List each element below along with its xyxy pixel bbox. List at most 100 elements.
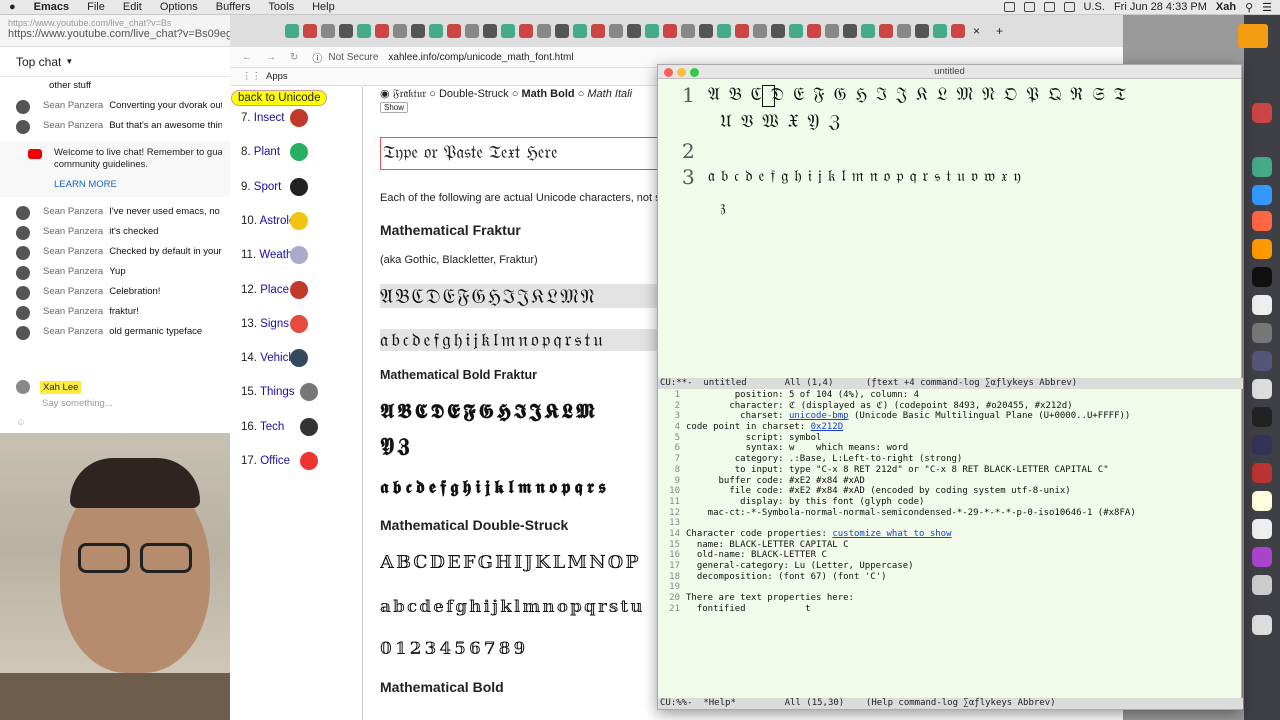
chrome-icon[interactable] bbox=[1252, 157, 1272, 177]
help-link[interactable]: customize what to show bbox=[832, 529, 951, 539]
sidebar-item[interactable]: 14. Vehicle bbox=[241, 352, 297, 364]
browser-tab[interactable] bbox=[663, 24, 677, 38]
sidebar-item[interactable]: 15. Things bbox=[241, 386, 295, 398]
info-icon[interactable]: ⓘ bbox=[312, 50, 322, 65]
app-icon[interactable] bbox=[1252, 463, 1272, 483]
sidebar-item-link[interactable]: Office bbox=[260, 455, 290, 467]
app-icon[interactable] bbox=[1252, 575, 1272, 595]
menu-file[interactable]: File bbox=[78, 1, 114, 13]
browser-tab[interactable] bbox=[879, 24, 893, 38]
apps-bookmark[interactable]: Apps bbox=[266, 71, 288, 82]
zoom-icon[interactable] bbox=[690, 68, 699, 77]
menu-help[interactable]: Help bbox=[303, 1, 344, 13]
browser-tab[interactable] bbox=[681, 24, 695, 38]
top-chat-dropdown[interactable]: Top chat ▼ bbox=[0, 47, 230, 77]
browser-tab[interactable] bbox=[933, 24, 947, 38]
clock[interactable]: Fri Jun 28 4:33 PM bbox=[1114, 1, 1207, 13]
menu-tools[interactable]: Tools bbox=[259, 1, 303, 13]
sidebar-item-link[interactable]: Signs bbox=[260, 318, 289, 330]
browser-tab[interactable] bbox=[483, 24, 497, 38]
browser-tab[interactable] bbox=[771, 24, 785, 38]
chat-input-area[interactable]: Xah Lee Say something... ☺ bbox=[16, 380, 113, 428]
sidebar-item[interactable]: 16. Tech bbox=[241, 421, 284, 433]
input-locale[interactable]: U.S. bbox=[1084, 1, 1105, 13]
browser-tab[interactable] bbox=[501, 24, 515, 38]
browser-tab[interactable] bbox=[591, 24, 605, 38]
status-icon[interactable] bbox=[1003, 2, 1015, 12]
mode-line-untitled[interactable]: CU:**- untitled All (1,4) (ƒtext +4 comm… bbox=[658, 378, 1243, 389]
safari-icon[interactable] bbox=[1252, 185, 1272, 205]
browser-tab[interactable] bbox=[609, 24, 623, 38]
app-icon[interactable] bbox=[1252, 379, 1272, 399]
browser-tab[interactable] bbox=[555, 24, 569, 38]
reload-icon[interactable]: ↻ bbox=[290, 52, 298, 63]
sidebar-item[interactable]: 17. Office bbox=[241, 455, 290, 467]
browser-tab[interactable] bbox=[789, 24, 803, 38]
browser-tab[interactable] bbox=[753, 24, 767, 38]
browser-tab[interactable] bbox=[645, 24, 659, 38]
radio-double-struck[interactable]: ○ Double-Struck bbox=[429, 88, 508, 100]
browser-tab[interactable] bbox=[285, 24, 299, 38]
help-link[interactable]: unicode-bmp bbox=[789, 411, 849, 421]
radio-math-italic[interactable]: ○ Math Itali bbox=[578, 88, 632, 100]
browser-tab[interactable] bbox=[861, 24, 875, 38]
back-to-unicode-button[interactable]: back to Unicode bbox=[231, 90, 328, 106]
menu-list-icon[interactable]: ☰ bbox=[1262, 1, 1272, 14]
browser-tab[interactable] bbox=[807, 24, 821, 38]
notes-icon[interactable] bbox=[1252, 491, 1272, 511]
settings-icon[interactable] bbox=[1252, 323, 1272, 343]
browser-tab[interactable] bbox=[447, 24, 461, 38]
browser-tab[interactable] bbox=[897, 24, 911, 38]
sidebar-item[interactable]: 9. Sport bbox=[241, 181, 281, 193]
sidebar-item[interactable]: 7. Insect bbox=[241, 112, 284, 124]
menu-edit[interactable]: Edit bbox=[114, 1, 151, 13]
emacs-icon[interactable] bbox=[1252, 547, 1272, 567]
minimize-icon[interactable] bbox=[677, 68, 686, 77]
search-icon[interactable]: ⚲ bbox=[1245, 1, 1253, 14]
browser-tab[interactable] bbox=[717, 24, 731, 38]
browser-tab[interactable] bbox=[627, 24, 641, 38]
obs-icon[interactable] bbox=[1252, 407, 1272, 427]
not-secure-label[interactable]: Not Secure bbox=[328, 52, 378, 63]
browser-tab[interactable] bbox=[843, 24, 857, 38]
radio-fraktur[interactable]: ◉ 𝔉𝔯𝔞𝔨𝔱𝔲𝔯 bbox=[380, 87, 426, 100]
sidebar-item[interactable]: 13. Signs bbox=[241, 318, 289, 330]
url-text[interactable]: xahlee.info/comp/unicode_math_font.html bbox=[388, 52, 573, 63]
back-icon[interactable]: ← bbox=[242, 52, 252, 63]
app-icon[interactable] bbox=[1252, 435, 1272, 455]
menu-app[interactable]: Emacs bbox=[25, 1, 78, 13]
forward-icon[interactable]: → bbox=[266, 52, 276, 63]
apps-icon[interactable]: ⋮⋮ bbox=[242, 71, 261, 82]
desktop-folder-icon[interactable] bbox=[1238, 24, 1268, 48]
emacs-help-buffer[interactable]: 1 position: 5 of 104 (4%), column: 42 ch… bbox=[658, 390, 1243, 699]
sidebar-item-link[interactable]: Sport bbox=[254, 181, 282, 193]
trash-icon[interactable] bbox=[1252, 615, 1272, 635]
new-tab-icon[interactable]: + bbox=[996, 24, 1003, 38]
help-link[interactable]: 0x212D bbox=[811, 422, 844, 432]
browser-tab[interactable] bbox=[375, 24, 389, 38]
sidebar-item[interactable]: 12. Place bbox=[241, 284, 289, 296]
app-icon[interactable] bbox=[1252, 103, 1272, 123]
browser-tab[interactable] bbox=[411, 24, 425, 38]
user-name[interactable]: Xah bbox=[1216, 1, 1236, 13]
browser-tab[interactable] bbox=[699, 24, 713, 38]
sidebar-item[interactable]: 8. Plant bbox=[241, 146, 280, 158]
app-icon[interactable] bbox=[1252, 351, 1272, 371]
chat-input[interactable]: Say something... bbox=[42, 398, 113, 409]
show-button[interactable]: Show bbox=[380, 102, 409, 113]
browser-tab[interactable] bbox=[429, 24, 443, 38]
browser-tab[interactable] bbox=[465, 24, 479, 38]
sidebar-item-link[interactable]: Plant bbox=[254, 146, 280, 158]
browser-tab[interactable] bbox=[321, 24, 335, 38]
learn-more-link[interactable]: LEARN MORE bbox=[54, 179, 222, 191]
brave-icon[interactable] bbox=[1252, 211, 1272, 231]
sidebar-item-link[interactable]: Things bbox=[260, 386, 295, 398]
emoji-icon[interactable]: ☺ bbox=[16, 417, 113, 428]
browser-tab[interactable] bbox=[393, 24, 407, 38]
emacs-buffer-untitled[interactable]: 1 𝔄𝔅ℭ𝔇𝔈𝔉𝔊ℌℑ𝔍𝔎𝔏𝔐𝔑𝔒𝔓𝔔ℜ𝔖𝔗 𝔘𝔙𝔚𝔛𝔜ℨ 2 3 𝔞𝔟𝔠𝔡𝔢𝔣… bbox=[658, 79, 1243, 381]
status-icon[interactable] bbox=[1023, 2, 1035, 12]
browser-tab[interactable] bbox=[519, 24, 533, 38]
browser-tab[interactable] bbox=[339, 24, 353, 38]
app-icon[interactable] bbox=[1252, 519, 1272, 539]
close-tab-icon[interactable]: × bbox=[973, 24, 980, 38]
